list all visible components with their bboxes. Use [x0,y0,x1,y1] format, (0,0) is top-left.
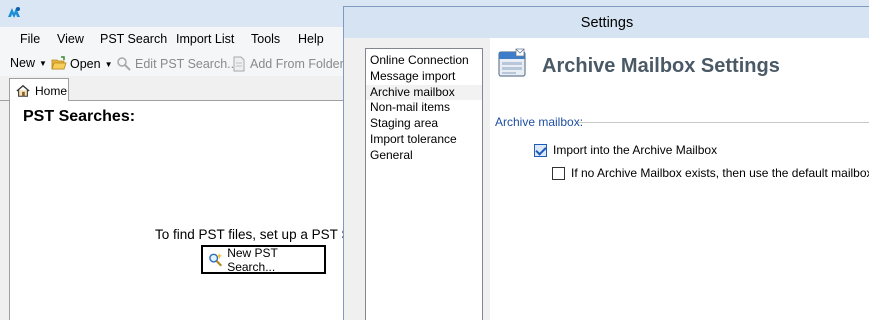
search-icon [209,252,223,266]
settings-body: Online Connection Message import Archive… [351,38,869,320]
open-button[interactable]: Open ▼ [51,56,113,72]
menu-view[interactable]: View [57,32,84,46]
import-archive-label: Import into the Archive Mailbox [553,143,718,157]
new-pst-search-label: New PST Search... [227,245,278,274]
chevron-down-icon: ▼ [104,59,113,69]
find-instructions-text: To find PST files, set up a PST Se [155,227,358,242]
page-title: PST Searches: [23,108,136,125]
new-label: New [10,56,36,70]
group-label-archive-mailbox: Archive mailbox: [495,115,584,129]
edit-pst-search-label: Edit PST Search... [135,57,238,71]
default-mailbox-label: If no Archive Mailbox exists, then use t… [571,166,869,180]
nav-item-general[interactable]: General [366,148,482,164]
new-button[interactable]: New ▼ [10,56,47,70]
nav-item-non-mail-items[interactable]: Non-mail items [366,100,482,116]
import-archive-checkbox[interactable] [534,143,547,157]
default-mailbox-checkbox-row[interactable]: If no Archive Mailbox exists, then use t… [552,166,869,180]
add-from-folder-button[interactable]: Add From Folder... [231,56,354,72]
group-divider [578,122,869,123]
edit-pst-search-button[interactable]: Edit PST Search... [116,56,238,72]
app-logo-icon [8,7,20,18]
menu-tools[interactable]: Tools [251,32,280,46]
nav-item-message-import[interactable]: Message import [366,69,482,85]
import-archive-checkbox-row[interactable]: Import into the Archive Mailbox [534,143,717,157]
nav-item-archive-mailbox[interactable]: Archive mailbox [366,84,482,101]
menu-file[interactable]: File [20,32,40,46]
home-icon [16,84,30,97]
search-edit-icon [117,57,131,71]
settings-panel: Archive Mailbox Settings Archive mailbox… [490,38,869,320]
nav-item-import-tolerance[interactable]: Import tolerance [366,132,482,148]
archive-mailbox-icon [498,48,526,77]
menu-help[interactable]: Help [298,32,324,46]
add-from-folder-label: Add From Folder... [250,57,354,71]
tab-home-label: Home [35,83,68,98]
settings-nav-list[interactable]: Online Connection Message import Archive… [365,48,483,320]
new-pst-search-button[interactable]: New PST Search... [201,245,326,274]
panel-title: Archive Mailbox Settings [542,55,780,77]
open-label: Open [70,57,101,71]
menu-import-list[interactable]: Import List [176,32,234,46]
default-mailbox-checkbox[interactable] [552,166,565,180]
tab-home[interactable]: Home [9,78,69,102]
document-add-icon [233,56,245,72]
settings-title: Settings [580,14,634,31]
nav-item-online-connection[interactable]: Online Connection [366,53,482,69]
folder-open-icon [51,56,67,70]
menu-pst-search[interactable]: PST Search [100,32,167,46]
settings-title-bar[interactable]: Settings [344,7,869,38]
settings-dialog: Settings Online Connection Message impor… [343,6,869,320]
chevron-down-icon: ▼ [39,58,47,68]
nav-item-staging-area[interactable]: Staging area [366,116,482,132]
